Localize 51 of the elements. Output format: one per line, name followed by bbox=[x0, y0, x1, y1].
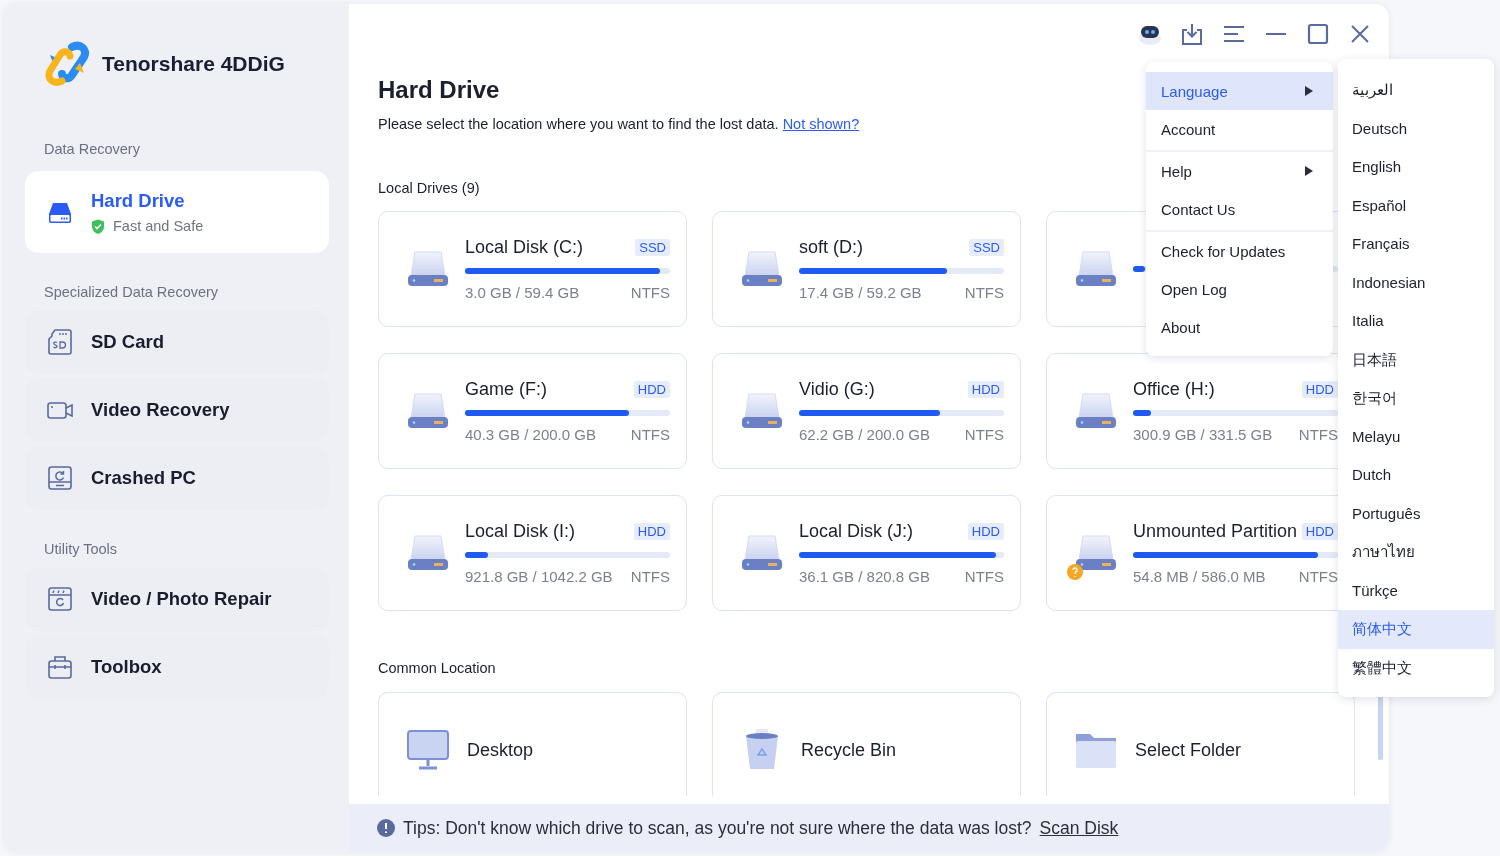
drive-type-tag: HDD bbox=[967, 522, 1004, 540]
page-title: Hard Drive bbox=[378, 75, 500, 105]
drive-type-tag: HDD bbox=[633, 380, 670, 398]
section-heading: Utility Tools bbox=[43, 540, 119, 559]
section-heading: Data Recovery bbox=[43, 140, 141, 159]
drive-type-tag: HDD bbox=[1301, 380, 1338, 398]
file-system: NTFS bbox=[1298, 426, 1338, 443]
drive-type-tag: HDD bbox=[1301, 522, 1338, 540]
drive-size: 3.0 GB / 59.4 GB bbox=[465, 284, 580, 301]
section-heading: Common Location bbox=[378, 659, 496, 678]
drive-name: Vidio (G:) bbox=[799, 378, 875, 400]
section-heading: Local Drives (9) bbox=[378, 179, 480, 198]
drive-type-tag: SSD bbox=[635, 238, 670, 256]
file-system: NTFS bbox=[964, 568, 1004, 585]
item-label: Crashed PC bbox=[91, 467, 196, 489]
file-system: NTFS bbox=[630, 284, 670, 301]
drive-name: Local Disk (J:) bbox=[799, 520, 914, 542]
drive-name: soft (D:) bbox=[799, 236, 863, 258]
drive-size: 54.8 MB / 586.0 MB bbox=[1133, 568, 1266, 585]
drive-name: Office (H:) bbox=[1133, 378, 1215, 400]
app-title: Tenorshare 4DDiG bbox=[102, 52, 285, 76]
drive-name: Unmounted Partition bbox=[1133, 520, 1298, 542]
drive-size: 17.4 GB / 59.2 GB bbox=[799, 284, 922, 301]
item-label: SD Card bbox=[91, 331, 164, 353]
location-label: Select Folder bbox=[1135, 739, 1242, 762]
drive-name: Local Disk (I:) bbox=[465, 520, 576, 542]
drive-type-tag: SSD bbox=[969, 238, 1004, 256]
drive-type-tag: HDD bbox=[633, 522, 670, 540]
file-system: NTFS bbox=[964, 426, 1004, 443]
section-heading: Specialized Data Recovery bbox=[43, 283, 220, 302]
tips-text: Tips: Don't know which drive to scan, as you're not sure where the data was lost? bbox=[403, 817, 1032, 839]
file-system: NTFS bbox=[630, 568, 670, 585]
item-label: Toolbox bbox=[91, 656, 162, 678]
item-label: Video Recovery bbox=[91, 399, 230, 421]
location-label: Recycle Bin bbox=[801, 739, 897, 762]
drive-size: 62.2 GB / 200.0 GB bbox=[799, 426, 930, 443]
drive-size: 300.9 GB / 331.5 GB bbox=[1133, 426, 1273, 443]
item-subtitle: Fast and Safe bbox=[113, 218, 204, 234]
file-system: NTFS bbox=[1298, 568, 1338, 585]
drive-size: 921.8 GB / 1042.2 GB bbox=[465, 568, 613, 585]
file-system: NTFS bbox=[630, 426, 670, 443]
file-system: NTFS bbox=[964, 284, 1004, 301]
drive-type-tag: HDD bbox=[967, 380, 1004, 398]
location-label: Desktop bbox=[467, 739, 534, 762]
item-label: Hard Drive bbox=[91, 190, 186, 212]
description-text: Please select the location where you want to find the lost data. bbox=[378, 116, 780, 132]
drive-name: Game (F:) bbox=[465, 378, 547, 400]
drive-size: 40.3 GB / 200.0 GB bbox=[465, 426, 596, 443]
drive-name: Local Disk (C:) bbox=[465, 236, 584, 258]
drive-size: 36.1 GB / 820.8 GB bbox=[799, 568, 930, 585]
item-label: Video / Photo Repair bbox=[91, 588, 272, 610]
